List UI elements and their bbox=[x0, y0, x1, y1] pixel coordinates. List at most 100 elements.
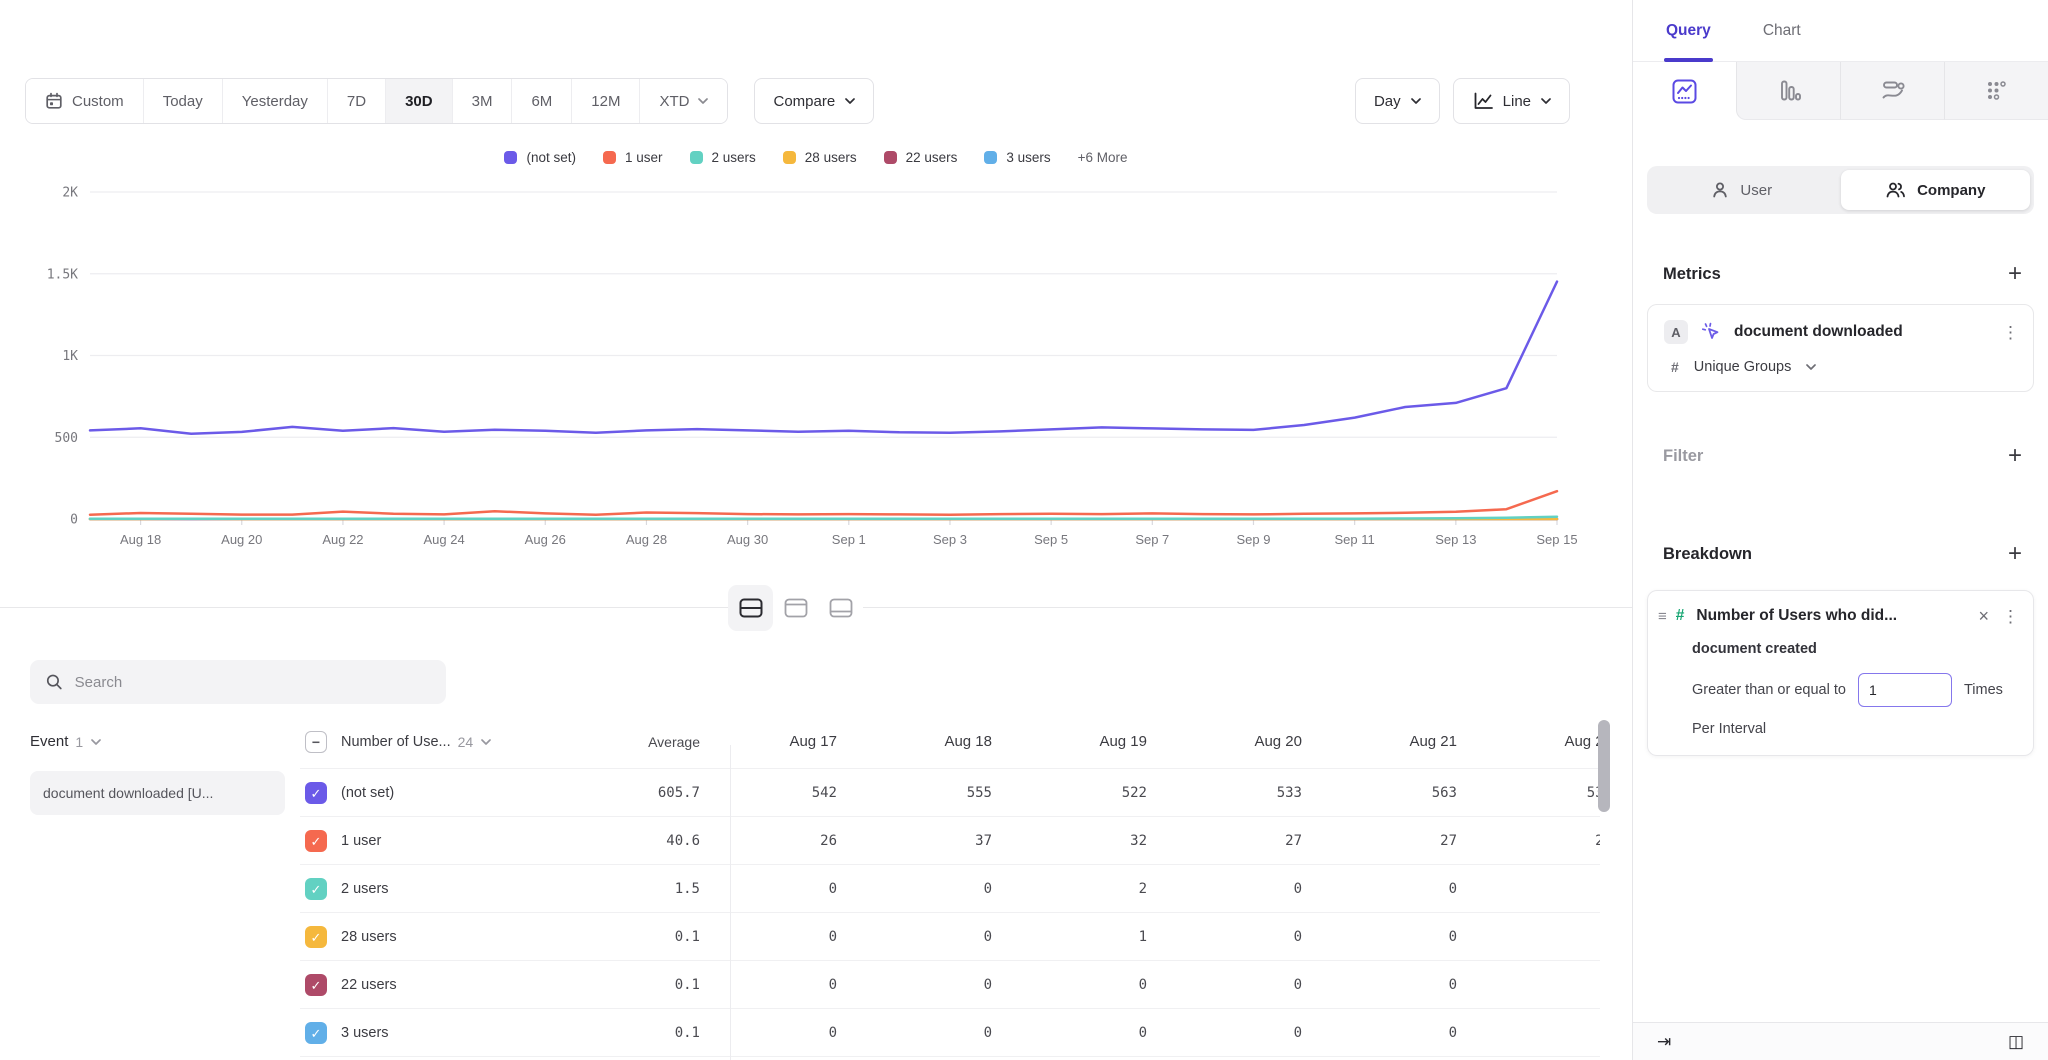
chart-legend: (not set) 1 user 2 users 28 users 22 use… bbox=[0, 150, 1632, 165]
per-interval-label[interactable]: Per Interval bbox=[1692, 721, 2019, 737]
collapse-panel-icon[interactable]: ⇥ bbox=[1657, 1033, 1671, 1050]
legend-item[interactable]: 22 users bbox=[884, 150, 958, 165]
range-today-button[interactable]: Today bbox=[144, 79, 223, 123]
series-checkbox[interactable]: ✓ bbox=[305, 974, 327, 996]
legend-item[interactable]: 2 users bbox=[690, 150, 756, 165]
table-cell: 0 bbox=[1040, 977, 1195, 993]
legend-item[interactable]: (not set) bbox=[504, 150, 576, 165]
add-metric-button[interactable]: + bbox=[2002, 262, 2028, 286]
table-cell: 27 bbox=[1350, 833, 1505, 849]
legend-item[interactable]: 28 users bbox=[783, 150, 857, 165]
close-icon[interactable]: × bbox=[1978, 607, 1989, 625]
range-30d-button[interactable]: 30D bbox=[386, 79, 453, 123]
series-label: 22 users bbox=[341, 977, 397, 993]
series-average: 605.7 bbox=[658, 785, 730, 801]
table-cell: 0 bbox=[1195, 881, 1350, 897]
series-label: 2 users bbox=[341, 881, 389, 897]
event-list-item[interactable]: document downloaded [U... bbox=[30, 771, 285, 815]
breakdown-event[interactable]: document created bbox=[1692, 641, 2019, 657]
add-breakdown-button[interactable]: + bbox=[2002, 542, 2028, 566]
granularity-dropdown[interactable]: Day bbox=[1355, 78, 1440, 124]
compare-button[interactable]: Compare bbox=[754, 78, 874, 124]
breakdown-card[interactable]: ≡ # Number of Users who did... × ⋮ docum… bbox=[1647, 590, 2034, 756]
breakdown-kebab-menu[interactable]: ⋮ bbox=[2002, 608, 2019, 625]
granularity-label: Day bbox=[1374, 93, 1401, 110]
layout-split-button[interactable] bbox=[728, 585, 773, 631]
chart-type-dropdown[interactable]: Line bbox=[1453, 78, 1570, 124]
chart-type-line-tab[interactable] bbox=[1633, 62, 1736, 120]
series-label: 1 user bbox=[341, 833, 381, 849]
add-filter-button[interactable]: + bbox=[2002, 444, 2028, 468]
series-average: 40.6 bbox=[666, 833, 730, 849]
table-cell: 0 bbox=[885, 1025, 1040, 1041]
series-average: 0.1 bbox=[675, 1025, 730, 1041]
chart-type-flow-tab[interactable] bbox=[1840, 62, 1944, 120]
svg-text:500: 500 bbox=[55, 431, 78, 446]
metric-name[interactable]: document downloaded bbox=[1734, 323, 1903, 341]
chart-type-bar-tab[interactable] bbox=[1736, 62, 1840, 120]
bar-chart-icon bbox=[1775, 77, 1802, 104]
series-header-label[interactable]: Number of Use... bbox=[341, 734, 451, 750]
search-input[interactable] bbox=[75, 674, 430, 691]
measure-dropdown[interactable]: # Unique Groups bbox=[1664, 359, 2019, 375]
metric-kebab-menu[interactable]: ⋮ bbox=[2002, 324, 2019, 341]
svg-text:1K: 1K bbox=[62, 349, 78, 364]
table-cell: 0 bbox=[730, 1025, 885, 1041]
chevron-down-icon bbox=[1541, 98, 1551, 104]
series-checkbox[interactable]: ✓ bbox=[305, 782, 327, 804]
split-view-icon bbox=[739, 598, 763, 618]
chevron-down-icon bbox=[1806, 364, 1816, 370]
table-row[interactable]: ✓ 22 users 0.1 0 0 0 0 0 0 bbox=[0, 961, 1600, 1009]
range-6m-button[interactable]: 6M bbox=[512, 79, 572, 123]
user-toggle[interactable]: User bbox=[1647, 166, 1837, 214]
vertical-scrollbar[interactable] bbox=[1598, 720, 1610, 812]
check-icon: ✓ bbox=[311, 883, 322, 896]
table-cell: 522 bbox=[1040, 785, 1195, 801]
split-panel-icon[interactable]: ◫ bbox=[2008, 1033, 2024, 1050]
series-checkbox[interactable]: ✓ bbox=[305, 830, 327, 852]
layout-chart-only-button[interactable] bbox=[773, 585, 818, 631]
series-checkbox[interactable]: ✓ bbox=[305, 926, 327, 948]
series-checkbox[interactable]: ✓ bbox=[305, 1022, 327, 1044]
range-xtd-button[interactable]: XTD bbox=[640, 79, 727, 123]
table-row[interactable]: ✓ 28 users 0.1 0 0 1 0 0 0 bbox=[0, 913, 1600, 961]
table-row[interactable]: document downloaded [U... ✓ (not set) 60… bbox=[0, 769, 1600, 817]
select-all-checkbox[interactable]: − bbox=[305, 731, 327, 753]
legend-item[interactable]: 3 users bbox=[984, 150, 1050, 165]
svg-text:Aug 22: Aug 22 bbox=[322, 532, 363, 547]
metric-card[interactable]: A document downloaded ⋮ # Unique Groups bbox=[1647, 304, 2034, 392]
range-label: 12M bbox=[591, 93, 620, 110]
table-cell: 28 bbox=[1505, 833, 1600, 849]
event-column-header[interactable]: Event 1 bbox=[0, 733, 285, 750]
chevron-down-icon bbox=[91, 739, 101, 745]
breakdown-heading: Breakdown bbox=[1663, 545, 1752, 564]
range-custom-button[interactable]: Custom bbox=[26, 79, 144, 123]
range-12m-button[interactable]: 12M bbox=[572, 79, 640, 123]
table-row[interactable]: ✓ 1 user 40.6 26 37 32 27 27 28 bbox=[0, 817, 1600, 865]
range-7d-button[interactable]: 7D bbox=[328, 79, 386, 123]
table-cell: 0 bbox=[1350, 1025, 1505, 1041]
date-range-group: Custom Today Yesterday 7D 30D 3M 6M 12M … bbox=[25, 78, 728, 124]
series-checkbox[interactable]: ✓ bbox=[305, 878, 327, 900]
event-cursor-icon bbox=[1700, 321, 1722, 343]
company-toggle[interactable]: Company bbox=[1841, 170, 2031, 210]
svg-text:Aug 24: Aug 24 bbox=[424, 532, 465, 547]
legend-more-link[interactable]: +6 More bbox=[1078, 150, 1128, 165]
chart-type-grid-tab[interactable] bbox=[1944, 62, 2048, 120]
condition-label[interactable]: Greater than or equal to bbox=[1692, 682, 1846, 698]
range-3m-button[interactable]: 3M bbox=[453, 79, 513, 123]
line-chart[interactable]: 05001K1.5K2KAug 18Aug 20Aug 22Aug 24Aug … bbox=[0, 180, 1632, 560]
tab-query[interactable]: Query bbox=[1666, 0, 1711, 62]
date-column-header: Aug 19 bbox=[1040, 733, 1195, 750]
table-row[interactable]: ✓ 2 users 1.5 0 0 2 0 0 0 bbox=[0, 865, 1600, 913]
layout-table-only-button[interactable] bbox=[818, 585, 863, 631]
table-cell: 0 bbox=[1195, 929, 1350, 945]
times-input[interactable] bbox=[1858, 673, 1952, 707]
range-yesterday-button[interactable]: Yesterday bbox=[223, 79, 328, 123]
legend-label: 2 users bbox=[712, 150, 756, 165]
legend-item[interactable]: 1 user bbox=[603, 150, 663, 165]
svg-text:Aug 26: Aug 26 bbox=[525, 532, 566, 547]
table-row[interactable]: ✓ 3 users 0.1 0 0 0 0 0 0 bbox=[0, 1009, 1600, 1057]
drag-handle-icon[interactable]: ≡ bbox=[1658, 608, 1667, 625]
tab-chart[interactable]: Chart bbox=[1763, 0, 1801, 62]
